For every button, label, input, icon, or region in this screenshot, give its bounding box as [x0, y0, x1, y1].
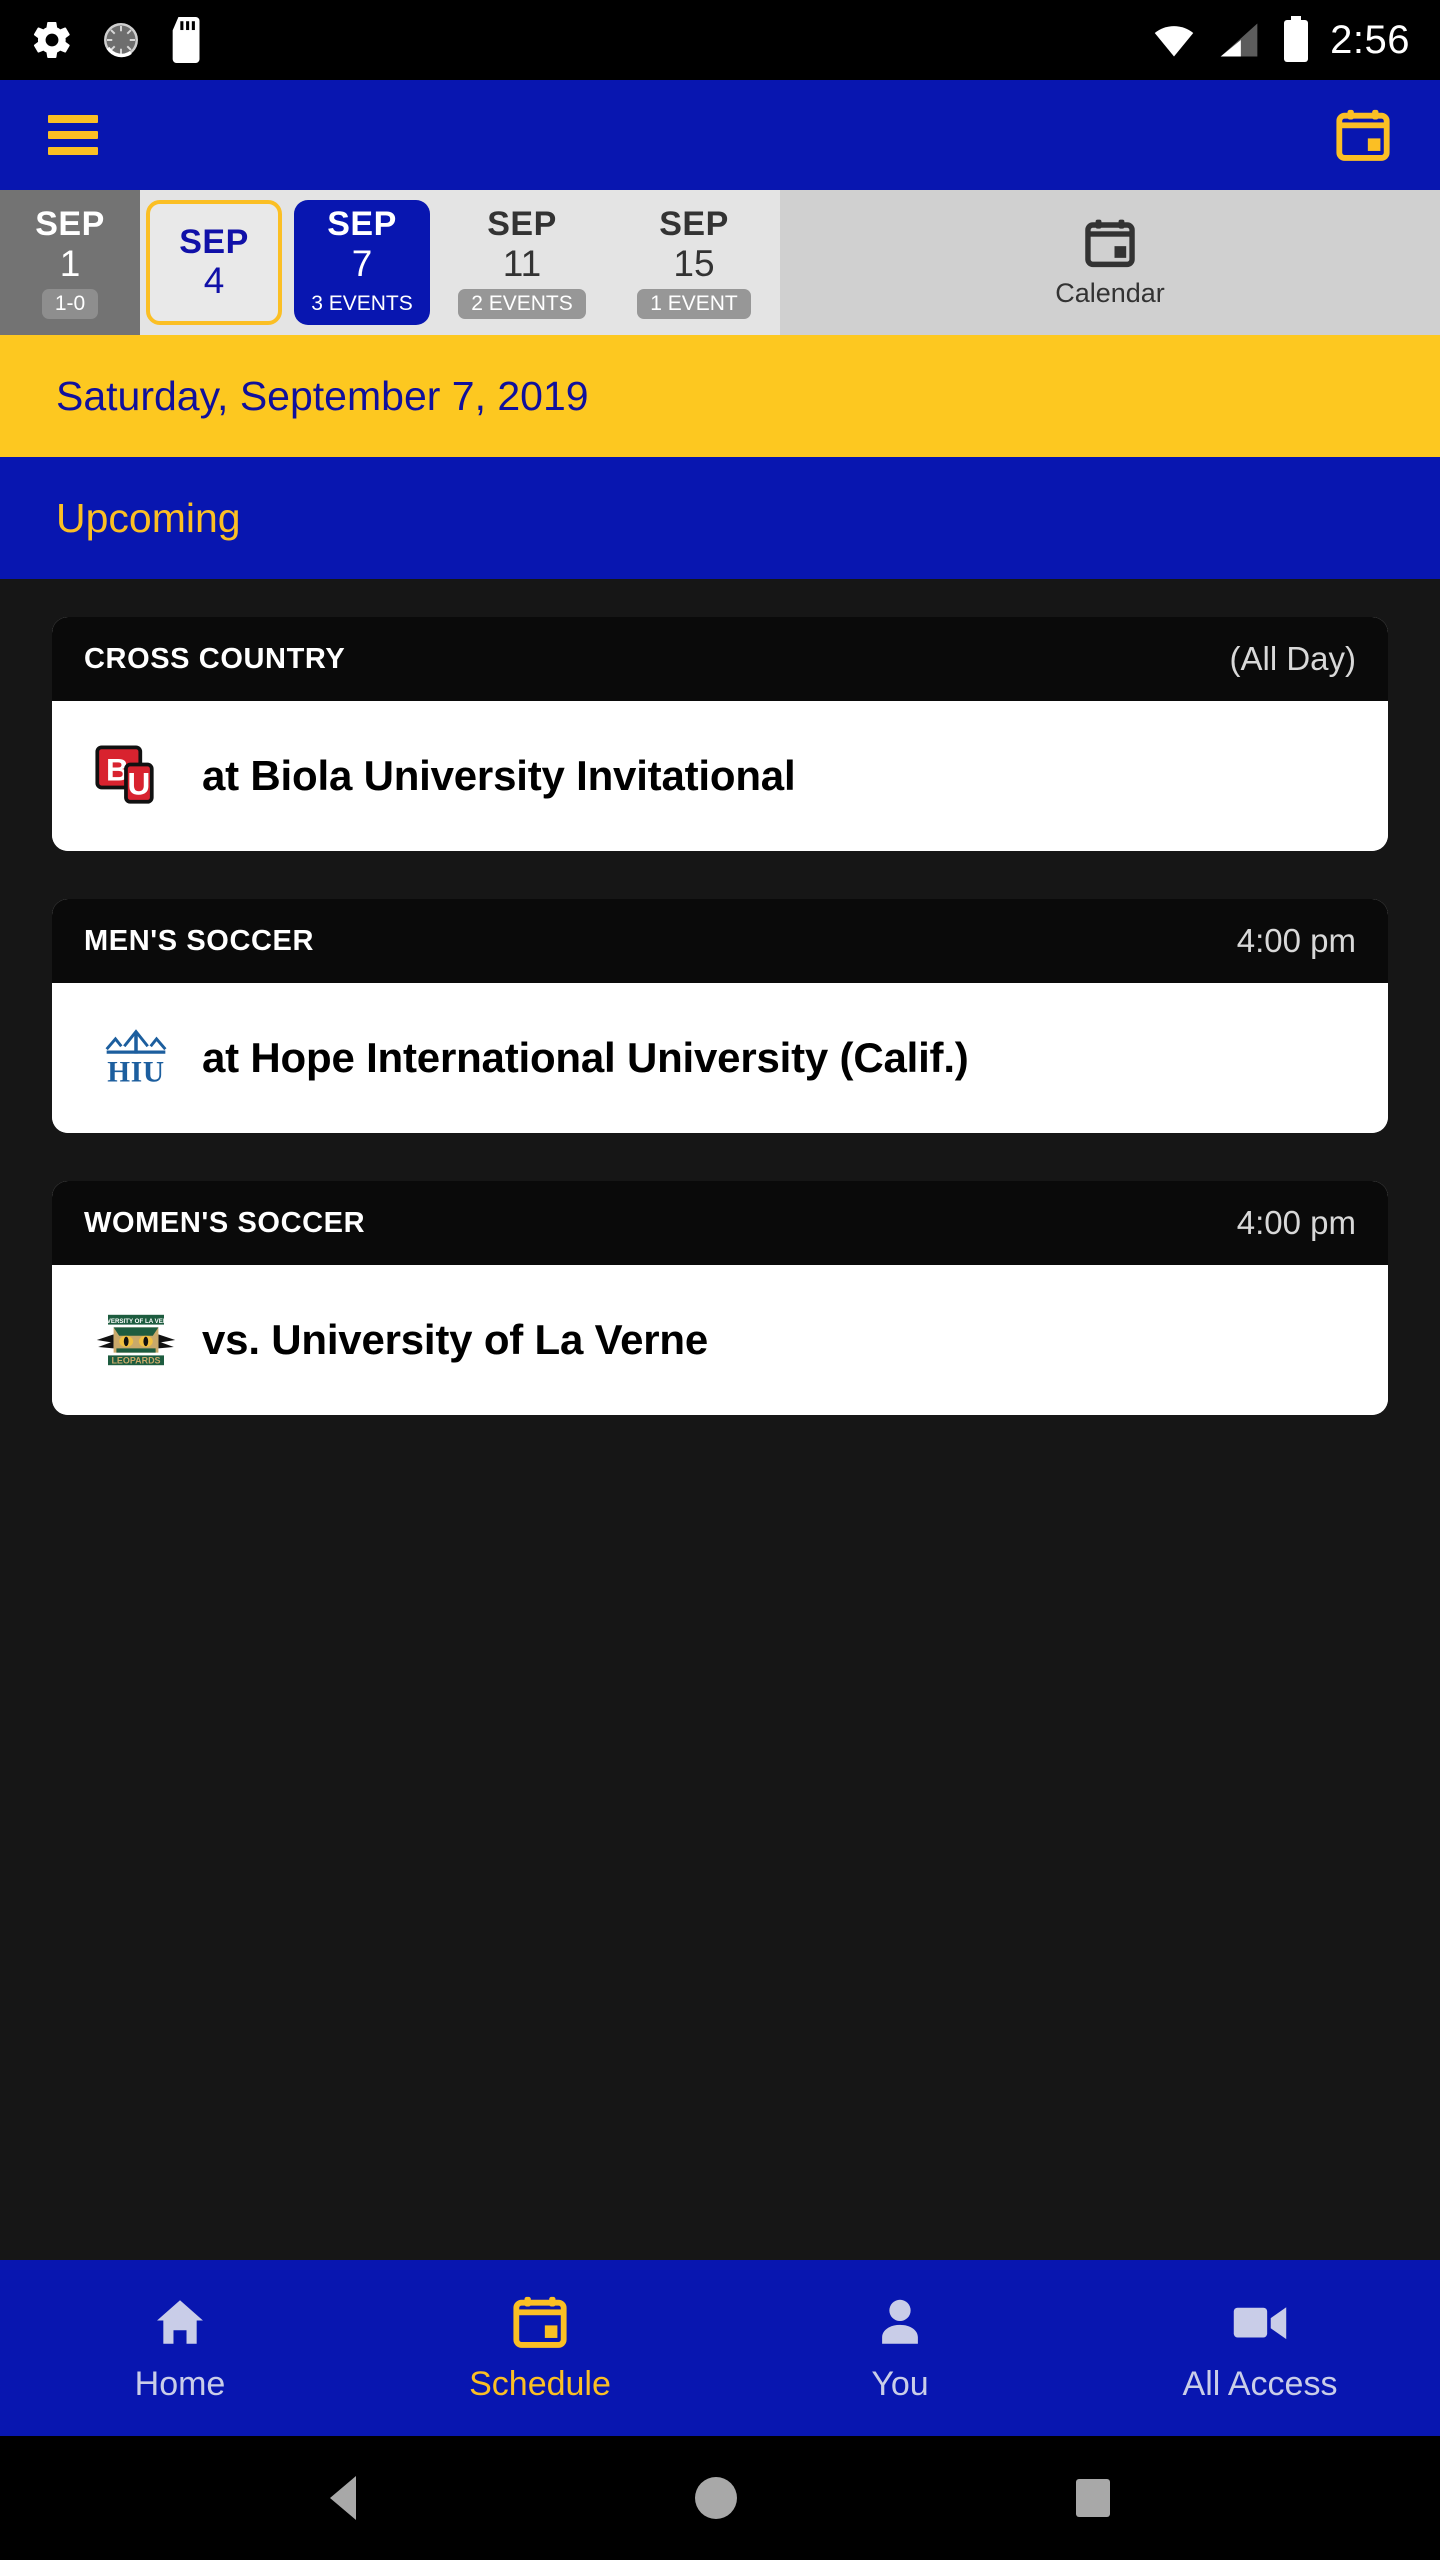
status-bar-right-icons: 2:56 [1150, 16, 1410, 64]
calendar-picker-button[interactable]: Calendar [780, 190, 1440, 336]
event-card-header: WOMEN'S SOCCER 4:00 pm [52, 1181, 1388, 1266]
cellular-signal-icon [1220, 23, 1258, 57]
app-bar [0, 80, 1440, 190]
date-tab-month: SEP [659, 205, 729, 243]
nav-item-all-access[interactable]: All Access [1080, 2293, 1440, 2404]
nav-item-home[interactable]: Home [0, 2293, 360, 2404]
calendar-button-label: Calendar [1055, 278, 1165, 309]
wifi-icon [1154, 26, 1194, 57]
event-card-body: B U at Biola University Invitational [52, 701, 1388, 852]
recents-button[interactable] [1076, 2479, 1111, 2517]
date-tab-badge: 3 EVENTS [311, 292, 413, 316]
event-list: CROSS COUNTRY (All Day) B U at Biola Uni… [0, 579, 1440, 2260]
calendar-icon[interactable] [1334, 106, 1392, 164]
app-bar-actions [1334, 106, 1392, 164]
event-opponent-label: at Biola University Invitational [202, 752, 796, 800]
hope-international-hiu-logo: HIU [84, 1006, 188, 1110]
svg-text:U: U [127, 766, 150, 802]
person-icon [882, 2299, 918, 2344]
date-tab-month: SEP [179, 222, 249, 261]
date-tab-sep-4[interactable]: SEP 4 [146, 200, 282, 326]
section-header-label: Upcoming [56, 494, 241, 541]
date-tab-day: 4 [203, 260, 225, 302]
date-tab-month: SEP [35, 205, 105, 243]
status-bar-clock: 2:56 [1330, 17, 1410, 62]
svg-text:LEOPARDS: LEOPARDS [111, 1356, 160, 1366]
date-tab-day: 15 [673, 242, 715, 284]
event-opponent-label: at Hope International University (Calif.… [202, 1034, 969, 1082]
date-tab-day: 7 [351, 242, 373, 284]
screen-rotation-icon [104, 23, 138, 58]
bottom-navigation-bar: Home Schedule You All Access [0, 2260, 1440, 2436]
svg-text:UNIVERSITY OF LA VERNE: UNIVERSITY OF LA VERNE [96, 1318, 176, 1325]
date-tab-strip[interactable]: SEP 1 1-0 SEP 4 SEP 7 3 EVENTS SEP 11 2 … [0, 190, 1440, 336]
calendar-icon [513, 2296, 567, 2348]
nav-item-label: You [871, 2364, 929, 2403]
nav-item-label: Schedule [469, 2364, 611, 2403]
date-tab-day: 1 [59, 242, 81, 284]
event-card[interactable]: MEN'S SOCCER 4:00 pm HIU at Hope Interna… [52, 899, 1388, 1134]
date-tab-day: 11 [502, 242, 542, 284]
date-tab-sep-1[interactable]: SEP 1 1-0 [0, 190, 140, 336]
nav-item-you[interactable]: You [720, 2293, 1080, 2404]
date-tab-badge: 2 EVENTS [458, 289, 586, 320]
status-bar-left-icons [30, 17, 208, 63]
event-time-label: (All Day) [1229, 640, 1356, 678]
home-icon [157, 2299, 203, 2344]
date-tab-badge: 1-0 [41, 289, 99, 320]
event-sport-label: CROSS COUNTRY [84, 642, 346, 675]
settings-gear-icon [33, 22, 70, 58]
app-root: 2:56 SEP 1 1-0 SEP 4 SEP 7 3 EVENTS SEP … [0, 0, 1440, 2560]
event-card-header: CROSS COUNTRY (All Day) [52, 617, 1388, 702]
date-tab-sep-15[interactable]: SEP 15 1 EVENT [608, 190, 780, 335]
event-card-body: HIU at Hope International University (Ca… [52, 983, 1388, 1134]
event-card[interactable]: WOMEN'S SOCCER 4:00 pm UNIVERSITY OF LA … [52, 1181, 1388, 1416]
nav-item-label: All Access [1182, 2364, 1338, 2403]
date-tab-month: SEP [487, 205, 557, 243]
event-card-header: MEN'S SOCCER 4:00 pm [52, 899, 1388, 984]
selected-date-header: Saturday, September 7, 2019 [0, 335, 1440, 458]
calendar-icon [1085, 219, 1135, 268]
university-of-la-verne-leopards-logo: UNIVERSITY OF LA VERNE LEOPARDS [84, 1288, 188, 1392]
svg-text:HIU: HIU [107, 1057, 165, 1089]
event-sport-label: MEN'S SOCCER [84, 924, 315, 957]
sd-card-icon [172, 17, 200, 63]
biola-university-bu-logo: B U [84, 724, 188, 828]
section-header-upcoming: Upcoming [0, 457, 1440, 580]
nav-item-label: Home [134, 2364, 226, 2403]
video-icon [1233, 2306, 1287, 2339]
battery-icon [1284, 16, 1309, 62]
event-card-body: UNIVERSITY OF LA VERNE LEOPARDS vs. Univ… [52, 1265, 1388, 1416]
date-tab-badge: 1 EVENT [637, 289, 751, 320]
android-system-navigation [0, 2436, 1440, 2560]
event-sport-label: WOMEN'S SOCCER [84, 1206, 366, 1239]
event-time-label: 4:00 pm [1236, 922, 1356, 960]
hamburger-menu-icon[interactable] [48, 115, 98, 155]
nav-item-schedule[interactable]: Schedule [360, 2293, 720, 2404]
event-time-label: 4:00 pm [1236, 1204, 1356, 1242]
date-tab-sep-11[interactable]: SEP 11 2 EVENTS [436, 190, 608, 335]
status-bar: 2:56 [0, 0, 1440, 80]
date-tab-sep-7[interactable]: SEP 7 3 EVENTS [294, 200, 430, 326]
selected-date-text: Saturday, September 7, 2019 [56, 372, 589, 419]
event-opponent-label: vs. University of La Verne [202, 1316, 709, 1364]
home-button[interactable] [694, 2477, 737, 2519]
date-tab-month: SEP [327, 205, 397, 243]
event-card[interactable]: CROSS COUNTRY (All Day) B U at Biola Uni… [52, 617, 1388, 852]
back-button[interactable] [329, 2476, 356, 2520]
